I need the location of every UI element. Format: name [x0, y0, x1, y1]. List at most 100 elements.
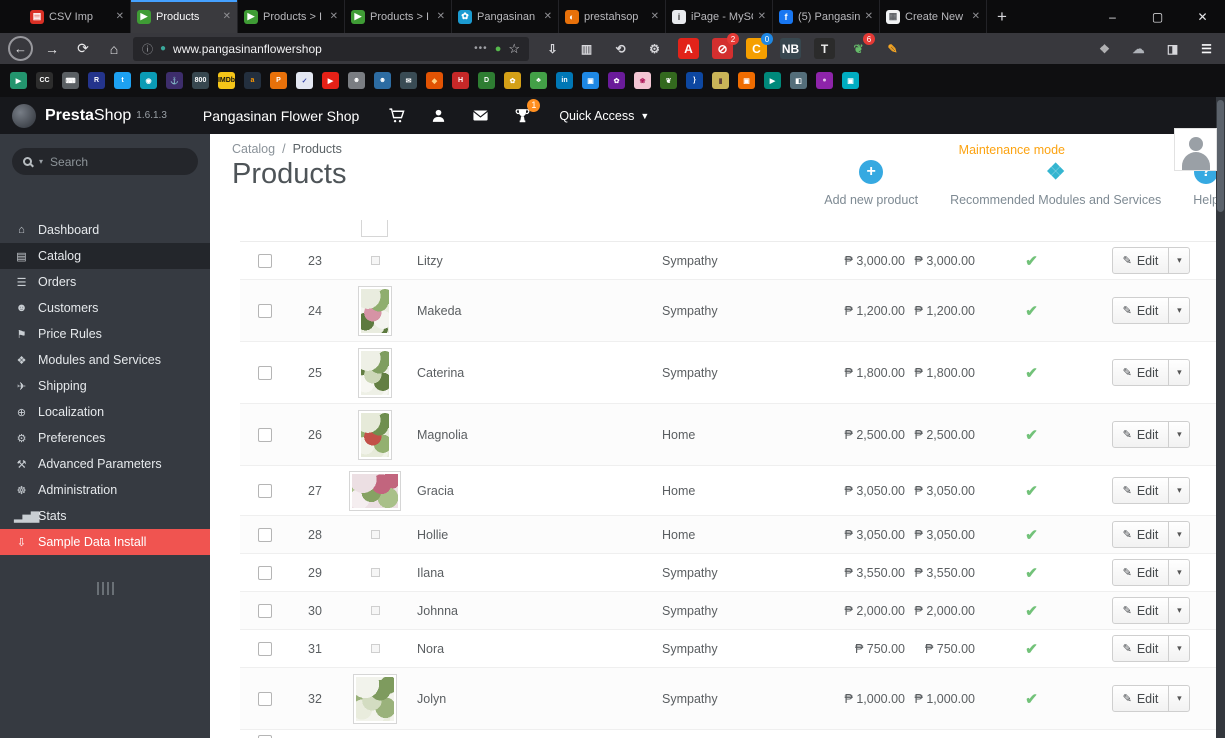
tampermonkey-extension-icon[interactable]: T — [814, 38, 835, 59]
browser-tab[interactable]: ▶ Products ✕ — [131, 0, 238, 33]
reload-button[interactable]: ⟳ — [71, 40, 95, 57]
bookmark-icon-16[interactable]: ✉ — [400, 72, 417, 89]
status-enabled-icon[interactable]: ✔ — [1025, 526, 1038, 544]
browser-tab[interactable]: f (5) Pangasin ✕ — [773, 0, 880, 33]
sidebar-item-price-rules[interactable]: ⚑ Price Rules — [0, 321, 210, 347]
edit-button[interactable]: ✎ Edit — [1113, 254, 1169, 268]
bookmark-icon-22[interactable]: in — [556, 72, 573, 89]
bookmark-icon-29[interactable]: ▣ — [738, 72, 755, 89]
tab-close-icon[interactable]: ✕ — [758, 11, 766, 22]
page-scrollbar[interactable] — [1216, 97, 1225, 738]
home-button[interactable]: ⌂ — [102, 41, 126, 57]
edit-extension-icon[interactable]: ✎ — [882, 38, 903, 59]
bookmark-icon-33[interactable]: ▣ — [842, 72, 859, 89]
bookmark-icon-12[interactable]: ✓ — [296, 72, 313, 89]
sidebar-item-sample-data-install[interactable]: ⇩ Sample Data Install — [0, 529, 210, 555]
sidebar-item-dashboard[interactable]: ⌂ Dashboard — [0, 217, 210, 243]
bookmark-icon-27[interactable]: } — [686, 72, 703, 89]
row-checkbox[interactable] — [258, 428, 272, 442]
edit-button[interactable]: ✎ Edit — [1113, 304, 1169, 318]
bookmark-icon-19[interactable]: D — [478, 72, 495, 89]
browser-tab[interactable]: ✿ Pangasinan I ✕ — [452, 0, 559, 33]
bookmark-icon-11[interactable]: P — [270, 72, 287, 89]
back-button[interactable]: ← — [8, 36, 33, 61]
sidebar-item-shipping[interactable]: ✈ Shipping — [0, 373, 210, 399]
search-input[interactable] — [50, 155, 187, 169]
breadcrumb-parent[interactable]: Catalog — [232, 142, 275, 156]
extensions-icon[interactable]: ❖ — [1094, 38, 1115, 59]
row-checkbox[interactable] — [258, 566, 272, 580]
settings-icon[interactable]: ⚙ — [644, 38, 665, 59]
bookmark-icon-1[interactable]: ▶ — [10, 72, 27, 89]
sidebar-item-customers[interactable]: ☻ Customers — [0, 295, 210, 321]
bookmark-icon-24[interactable]: ✿ — [608, 72, 625, 89]
sidebar-item-stats[interactable]: ▂▅▇ Stats — [0, 503, 210, 529]
tab-close-icon[interactable]: ✕ — [223, 11, 231, 22]
garden-extension-icon[interactable]: ❦6 — [848, 38, 869, 59]
messages-icon[interactable] — [471, 107, 489, 125]
edit-dropdown-toggle[interactable]: ▾ — [1168, 686, 1189, 711]
recommended-modules-button[interactable]: ❖ Recommended Modules and Services — [950, 160, 1161, 207]
colorpicker-extension-icon[interactable]: C0 — [746, 38, 767, 59]
bookmark-icon-8[interactable]: 800 — [192, 72, 209, 89]
cloud-extension-icon[interactable]: ☁ — [1128, 38, 1149, 59]
site-info-icon[interactable]: ⓘ — [142, 41, 153, 57]
nb-extension-icon[interactable]: NB — [780, 38, 801, 59]
edit-button[interactable]: ✎ Edit — [1113, 642, 1169, 656]
library-icon[interactable]: ▥ — [576, 38, 597, 59]
employee-avatar[interactable] — [1174, 128, 1217, 171]
bookmark-star-icon[interactable]: ☆ — [508, 41, 520, 57]
edit-button[interactable]: ✎ Edit — [1113, 604, 1169, 618]
bookmark-icon-4[interactable]: R — [88, 72, 105, 89]
status-enabled-icon[interactable]: ✔ — [1025, 564, 1038, 582]
bookmark-icon-26[interactable]: ❦ — [660, 72, 677, 89]
tab-close-icon[interactable]: ✕ — [651, 11, 659, 22]
sidebar-item-modules-and-services[interactable]: ❖ Modules and Services — [0, 347, 210, 373]
status-enabled-icon[interactable]: ✔ — [1025, 482, 1038, 500]
add-new-product-button[interactable]: + Add new product — [824, 160, 918, 207]
bookmark-icon-6[interactable]: ◉ — [140, 72, 157, 89]
bookmark-icon-10[interactable]: a — [244, 72, 261, 89]
browser-tab[interactable]: ▦ Create New ✕ — [880, 0, 987, 33]
quick-access-dropdown[interactable]: Quick Access ▼ — [559, 109, 649, 123]
bookmark-icon-5[interactable]: t — [114, 72, 131, 89]
menu-icon[interactable]: ☰ — [1196, 38, 1217, 59]
tab-close-icon[interactable]: ✕ — [972, 11, 980, 22]
edit-button[interactable]: ✎ Edit — [1113, 428, 1169, 442]
sidebar-item-orders[interactable]: ☰ Orders — [0, 269, 210, 295]
row-checkbox[interactable] — [258, 604, 272, 618]
sidebar-toggle-icon[interactable]: ◨ — [1162, 38, 1183, 59]
history-icon[interactable]: ⟲ — [610, 38, 631, 59]
browser-tab[interactable]: ◐ prestahsop ✕ — [559, 0, 666, 33]
browser-tab[interactable]: ▶ Products > I ✕ — [345, 0, 452, 33]
tracker-extension-icon[interactable]: ● — [160, 43, 166, 54]
row-checkbox[interactable] — [258, 692, 272, 706]
edit-dropdown-toggle[interactable]: ▾ — [1168, 598, 1189, 623]
edit-button[interactable]: ✎ Edit — [1113, 366, 1169, 380]
status-enabled-icon[interactable]: ✔ — [1025, 426, 1038, 444]
edit-button[interactable]: ✎ Edit — [1113, 566, 1169, 580]
sidebar-item-preferences[interactable]: ⚙ Preferences — [0, 425, 210, 451]
forward-button[interactable]: → — [40, 41, 64, 57]
tab-close-icon[interactable]: ✕ — [330, 11, 338, 22]
bookmark-icon-20[interactable]: ✿ — [504, 72, 521, 89]
cart-icon[interactable] — [387, 107, 405, 125]
page-actions-overflow-icon[interactable]: ••• — [474, 43, 488, 54]
sidebar-item-administration[interactable]: ☸ Administration — [0, 477, 210, 503]
scrollbar-thumb[interactable] — [1217, 100, 1224, 212]
bookmark-icon-30[interactable]: ▶ — [764, 72, 781, 89]
bookmark-icon-3[interactable]: ⌨ — [62, 72, 79, 89]
edit-dropdown-toggle[interactable]: ▾ — [1168, 478, 1189, 503]
status-enabled-icon[interactable]: ✔ — [1025, 252, 1038, 270]
bookmark-icon-17[interactable]: ◆ — [426, 72, 443, 89]
sidebar-item-advanced-parameters[interactable]: ⚒ Advanced Parameters — [0, 451, 210, 477]
edit-dropdown-toggle[interactable]: ▾ — [1168, 360, 1189, 385]
bookmark-icon-9[interactable]: IMDb — [218, 72, 235, 89]
row-checkbox[interactable] — [258, 366, 272, 380]
bookmark-icon-31[interactable]: ◧ — [790, 72, 807, 89]
edit-dropdown-toggle[interactable]: ▾ — [1168, 248, 1189, 273]
tab-close-icon[interactable]: ✕ — [116, 11, 124, 22]
tab-close-icon[interactable]: ✕ — [865, 11, 873, 22]
edit-dropdown-toggle[interactable]: ▾ — [1168, 422, 1189, 447]
bookmark-icon-18[interactable]: H — [452, 72, 469, 89]
